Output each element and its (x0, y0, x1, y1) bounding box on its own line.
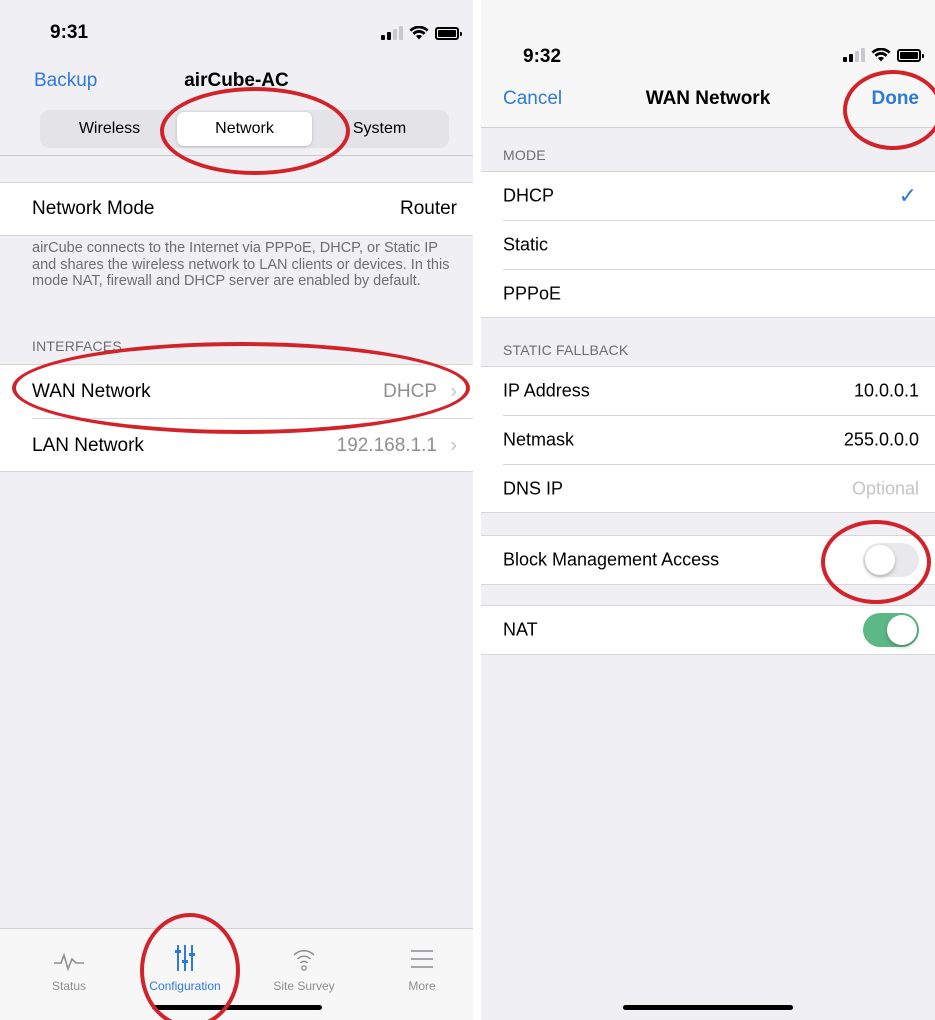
block-management-label: Block Management Access (503, 549, 720, 570)
segmented-control: Wireless Network System (40, 110, 449, 148)
pulse-icon (54, 952, 84, 972)
segment-network[interactable]: Network (177, 112, 312, 146)
mode-pppoe-label: PPPoE (503, 283, 562, 304)
block-management-row: Block Management Access (481, 535, 935, 585)
status-time: 9:32 (523, 46, 562, 67)
separator (0, 155, 473, 156)
dns-ip-label: DNS IP (503, 478, 564, 499)
lan-network-value: 192.168.1.1 (336, 434, 437, 456)
status-bar: 9:31 (0, 0, 473, 60)
tab-more[interactable]: More (377, 941, 467, 993)
block-management-toggle[interactable] (863, 543, 919, 577)
tab-bar: Status Configuration Site Survey More (0, 928, 473, 1020)
battery-icon (897, 49, 924, 62)
tab-configuration[interactable]: Configuration (140, 941, 230, 993)
network-mode-label: Network Mode (32, 198, 155, 219)
right-screen: 9:32 Cancel WAN Network Done MODE DHCP ✓… (481, 0, 935, 1020)
mode-row-static[interactable]: Static (481, 221, 935, 269)
mode-static-label: Static (503, 234, 549, 255)
system-icons (381, 26, 462, 40)
screen-divider (473, 0, 481, 1020)
status-bar: 9:32 (481, 0, 935, 68)
wan-network-row[interactable]: WAN Network DHCP › (0, 365, 473, 418)
antenna-icon (293, 950, 315, 971)
mode-row-pppoe[interactable]: PPPoE (481, 270, 935, 318)
navigation-bar: Backup airCube-AC (0, 60, 473, 104)
page-title: WAN Network (645, 88, 771, 109)
dns-ip-field[interactable]: Optional (852, 479, 919, 500)
wifi-icon (871, 48, 891, 62)
wan-network-value: DHCP (383, 380, 437, 402)
mode-dhcp-label: DHCP (503, 185, 555, 206)
cellular-signal-icon (381, 26, 403, 40)
left-screen: 9:31 Backup airCube-AC Wireless Network … (0, 0, 473, 1020)
mode-row-dhcp[interactable]: DHCP ✓ (481, 172, 935, 220)
netmask-label: Netmask (503, 429, 575, 450)
lan-network-row[interactable]: LAN Network 192.168.1.1 › (0, 419, 473, 472)
sliders-icon (175, 945, 195, 971)
system-icons (843, 48, 924, 62)
ip-address-row[interactable]: IP Address 10.0.0.1 (481, 367, 935, 415)
tab-status-label: Status (51, 979, 87, 993)
mode-list: DHCP ✓ Static PPPoE (481, 171, 935, 318)
toggle-knob (887, 615, 917, 645)
menu-icon (411, 950, 433, 968)
interfaces-header: INTERFACES (32, 338, 122, 354)
tab-configuration-label: Configuration (149, 979, 221, 993)
cellular-signal-icon (843, 48, 865, 62)
home-indicator (623, 1005, 793, 1010)
navigation-bar: Cancel WAN Network Done (481, 68, 935, 128)
network-mode-description: airCube connects to the Internet via PPP… (32, 240, 450, 289)
netmask-field[interactable]: 255.0.0.0 (844, 430, 919, 451)
ip-address-field[interactable]: 10.0.0.1 (854, 381, 919, 402)
mode-header: MODE (503, 147, 546, 163)
netmask-row[interactable]: Netmask 255.0.0.0 (481, 416, 935, 464)
tab-more-label: More (408, 979, 436, 993)
segment-wireless[interactable]: Wireless (42, 112, 177, 146)
done-button[interactable]: Done (872, 88, 920, 110)
lan-network-label: LAN Network (32, 434, 144, 456)
nat-row: NAT (481, 605, 935, 655)
network-mode-row[interactable]: Network Mode Router (0, 182, 473, 236)
dns-ip-row[interactable]: DNS IP Optional (481, 465, 935, 513)
wifi-icon (409, 26, 429, 40)
toggle-knob (865, 545, 895, 575)
tab-site-survey-label: Site Survey (273, 979, 335, 993)
segment-system[interactable]: System (312, 112, 447, 146)
wan-network-label: WAN Network (32, 380, 151, 402)
ip-address-label: IP Address (503, 380, 590, 401)
nat-toggle[interactable] (863, 613, 919, 647)
nat-label: NAT (503, 619, 538, 640)
tab-site-survey[interactable]: Site Survey (259, 941, 349, 993)
checkmark-icon: ✓ (898, 183, 917, 208)
chevron-right-icon: › (450, 434, 457, 456)
tab-status[interactable]: Status (24, 941, 114, 993)
status-time: 9:31 (50, 22, 89, 43)
interfaces-list: WAN Network DHCP › LAN Network 192.168.1… (0, 364, 473, 472)
page-title: airCube-AC (184, 70, 289, 91)
battery-icon (435, 27, 462, 40)
static-fallback-list: IP Address 10.0.0.1 Netmask 255.0.0.0 DN… (481, 366, 935, 513)
chevron-right-icon: › (450, 380, 457, 402)
static-fallback-header: STATIC FALLBACK (503, 342, 629, 358)
network-mode-value: Router (399, 198, 457, 219)
home-indicator (151, 1005, 322, 1010)
